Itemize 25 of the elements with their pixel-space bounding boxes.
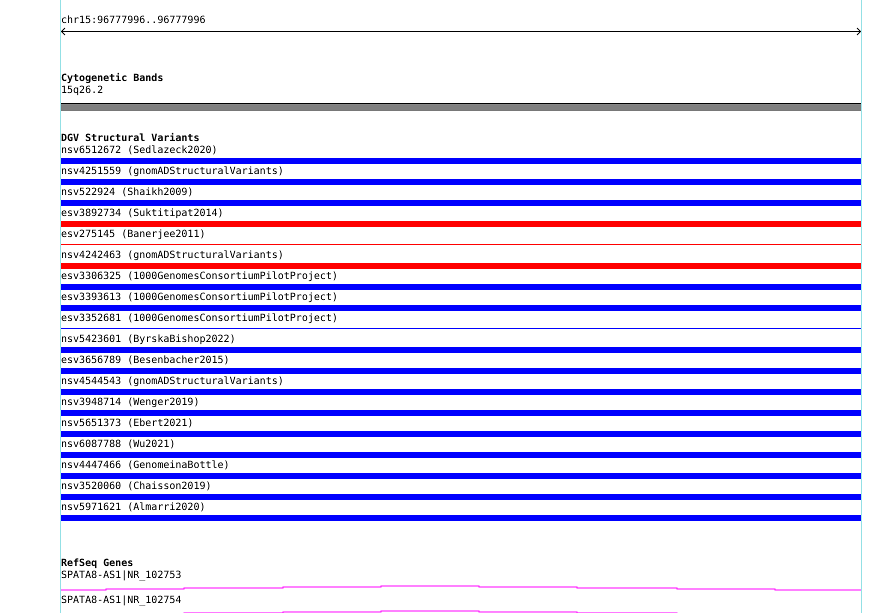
variant-label: nsv5971621 (Almarri2020) [61, 502, 206, 514]
variant-label: nsv5651373 (Ebert2021) [61, 418, 194, 430]
variant-label: esv3306325 (1000GenomesConsortiumPilotProject) [61, 271, 339, 283]
variant-label: nsv5423601 (ByrskaBishop2022) [61, 334, 237, 346]
variant-label: nsv6087788 (Wu2021) [61, 439, 176, 451]
variant-label: esv3393613 (1000GenomesConsortiumPilotProject) [61, 292, 339, 304]
variant-label: nsv3948714 (Wenger2019) [61, 397, 200, 409]
band-label: 15q26.2 [61, 85, 104, 97]
variant-label: nsv4544543 (gnomADStructuralVariants) [61, 376, 285, 388]
variant-label: nsv3520060 (Chaisson2019) [61, 481, 213, 493]
variant-label: nsv6512672 (Sedlazeck2020) [61, 145, 219, 157]
gene-label: SPATA8-AS1|NR_102753 [61, 570, 182, 582]
variant-label: esv275145 (Banerjee2011) [61, 229, 206, 241]
variant-label: esv3892734 (Suktitipat2014) [61, 208, 225, 220]
variant-label: nsv522924 (Shaikh2009) [61, 187, 194, 199]
gene-label: SPATA8-AS1|NR_102754 [61, 595, 182, 607]
variant-label: nsv4447466 (GenomeinaBottle) [61, 460, 231, 472]
variant-label: esv3656789 (Besenbacher2015) [61, 355, 231, 367]
variant-label: nsv4242463 (gnomADStructuralVariants) [61, 250, 285, 262]
track-title: Cytogenetic Bands [61, 73, 164, 85]
track-title: DGV Structural Variants [61, 133, 200, 145]
track-title: RefSeq Genes [61, 558, 134, 570]
variant-label: esv3352681 (1000GenomesConsortiumPilotProject) [61, 313, 339, 325]
ruler-label: chr15:96777996..96777996 [61, 15, 206, 27]
variant-label: nsv4251559 (gnomADStructuralVariants) [61, 166, 285, 178]
